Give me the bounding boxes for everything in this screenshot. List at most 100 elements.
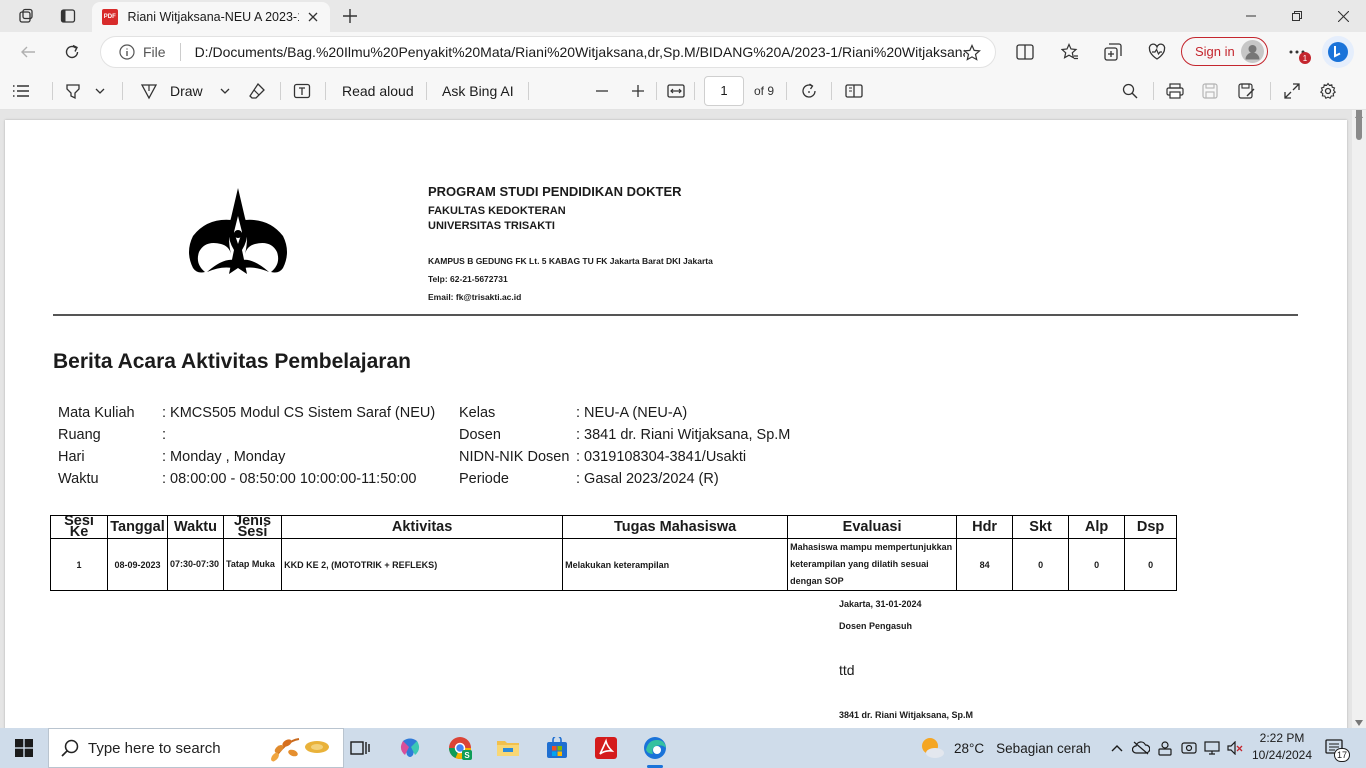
url-separator xyxy=(179,43,181,61)
back-button[interactable] xyxy=(12,36,44,68)
favorite-star-icon[interactable] xyxy=(963,44,981,62)
highlight-dropdown-icon[interactable] xyxy=(95,79,105,103)
rotate-icon[interactable] xyxy=(800,79,818,103)
zoom-out-icon[interactable] xyxy=(596,79,608,103)
close-tab-icon[interactable] xyxy=(305,8,322,26)
cloud-offline-icon[interactable] xyxy=(1132,738,1150,758)
scroll-down-icon[interactable] xyxy=(1355,720,1363,726)
zoom-in-icon[interactable] xyxy=(632,79,644,103)
meet-now-icon[interactable] xyxy=(1180,738,1198,758)
draw-dropdown-icon[interactable] xyxy=(220,79,230,103)
avatar-icon xyxy=(1241,40,1264,63)
full-screen-icon[interactable] xyxy=(1284,79,1300,103)
sign-in-button[interactable]: Sign in xyxy=(1181,37,1268,66)
collections-icon[interactable] xyxy=(1098,37,1128,67)
save-icon[interactable] xyxy=(1202,79,1218,103)
meta-label: Dosen xyxy=(459,427,501,443)
tab-strip: PDF Riani Witjaksana-NEU A 2023-1.pdf xyxy=(0,0,1366,32)
toolbar-divider xyxy=(831,82,832,100)
address-bar[interactable]: File D:/Documents/Bag.%20Ilmu%20Penyakit… xyxy=(100,36,996,68)
page-number-input[interactable]: 1 xyxy=(704,76,744,106)
university-name: UNIVERSITAS TRISAKTI xyxy=(428,220,555,232)
browser-essentials-icon[interactable] xyxy=(1142,37,1172,67)
new-tab-button[interactable] xyxy=(338,4,362,28)
page-view-icon[interactable] xyxy=(845,79,863,103)
tab-pdf-document[interactable]: PDF Riani Witjaksana-NEU A 2023-1.pdf xyxy=(92,2,330,32)
minimize-button[interactable] xyxy=(1228,0,1274,32)
close-window-button[interactable] xyxy=(1320,0,1366,32)
meta-label: Waktu xyxy=(58,471,99,487)
draw-button[interactable]: Draw xyxy=(140,79,203,103)
tab-actions-icon[interactable] xyxy=(48,0,88,32)
svg-text:S: S xyxy=(464,751,470,760)
show-hidden-icons-icon[interactable] xyxy=(1108,738,1126,758)
settings-and-more-button[interactable]: 1 xyxy=(1282,37,1312,67)
meta-label: Periode xyxy=(459,471,509,487)
cell-alp: 0 xyxy=(1068,538,1126,591)
search-highlight-icon xyxy=(265,733,335,765)
tray-app-icon[interactable] xyxy=(1156,738,1174,758)
contents-icon[interactable] xyxy=(12,79,30,103)
add-text-icon[interactable] xyxy=(293,79,311,103)
task-view-icon[interactable] xyxy=(336,728,384,768)
signature-ttd: ttd xyxy=(839,662,855,678)
pdf-settings-icon[interactable] xyxy=(1319,79,1337,103)
restore-button[interactable] xyxy=(1274,0,1320,32)
toolbar-divider xyxy=(52,82,53,100)
scrollbar-thumb[interactable] xyxy=(1356,110,1362,140)
weather-description: Sebagian cerah xyxy=(996,740,1091,756)
email-address: Email: fk@trisakti.ac.id xyxy=(428,292,522,302)
ask-bing-ai-button[interactable]: Ask Bing AI xyxy=(442,79,514,103)
meta-value: : KMCS505 Modul CS Sistem Saraf (NEU) xyxy=(162,405,436,421)
microsoft-store-icon[interactable] xyxy=(533,728,581,768)
phone-number: Telp: 62-21-5672731 xyxy=(428,274,508,284)
file-explorer-icon[interactable] xyxy=(484,728,532,768)
cell-skt: 0 xyxy=(1012,538,1070,591)
table-header: Aktivitas xyxy=(281,515,564,539)
toolbar-divider xyxy=(786,82,787,100)
weather-widget[interactable]: 28°C Sebagian cerah xyxy=(918,728,1091,768)
toolbar-divider xyxy=(528,82,529,100)
find-icon[interactable] xyxy=(1122,79,1138,103)
bing-copilot-icon[interactable] xyxy=(1322,36,1354,68)
eraser-icon[interactable] xyxy=(248,79,266,103)
table-header: Sesi Ke xyxy=(50,515,108,539)
read-aloud-button[interactable]: Read aloud xyxy=(342,79,414,103)
notification-center-icon[interactable]: 17 xyxy=(1322,736,1350,762)
header-divider xyxy=(53,314,1298,316)
meta-label: Kelas xyxy=(459,405,496,421)
url-text[interactable]: D:/Documents/Bag.%20Ilmu%20Penyakit%20Ma… xyxy=(195,44,965,60)
highlight-icon[interactable] xyxy=(64,79,82,103)
vertical-scrollbar[interactable] xyxy=(1352,110,1366,728)
copilot-app-icon[interactable] xyxy=(386,728,434,768)
chrome-app-icon[interactable]: S xyxy=(436,728,484,768)
toolbar-divider xyxy=(280,82,281,100)
refresh-button[interactable] xyxy=(56,36,88,68)
cell-aktivitas: KKD KE 2, (MOTOTRIK + REFLEKS) xyxy=(281,538,564,591)
volume-muted-icon[interactable] xyxy=(1226,738,1244,758)
print-icon[interactable] xyxy=(1166,79,1184,103)
pdf-toolbar: Draw Read aloud Ask Bing AI 1 of 9 xyxy=(0,72,1366,110)
split-screen-icon[interactable] xyxy=(1010,37,1040,67)
save-as-icon[interactable] xyxy=(1238,79,1256,103)
taskbar-clock[interactable]: 2:22 PM 10/24/2024 xyxy=(1246,730,1318,764)
edge-app-icon[interactable] xyxy=(631,728,679,768)
acrobat-app-icon[interactable] xyxy=(582,728,630,768)
meta-label: Hari xyxy=(58,449,85,465)
cell-jenis: Tatap Muka xyxy=(222,538,283,591)
address-bar-row: File D:/Documents/Bag.%20Ilmu%20Penyakit… xyxy=(0,32,1366,72)
cell-dsp: 0 xyxy=(1124,538,1178,591)
pdf-file-icon: PDF xyxy=(102,9,118,25)
info-icon[interactable] xyxy=(119,44,135,60)
favorites-icon[interactable] xyxy=(1055,37,1085,67)
fit-to-width-icon[interactable] xyxy=(667,79,685,103)
toolbar-divider xyxy=(694,82,695,100)
document-viewport[interactable]: PROGRAM STUDI PENDIDIKAN DOKTER FAKULTAS… xyxy=(0,110,1366,728)
meta-label: Mata Kuliah xyxy=(58,405,135,421)
workspaces-icon[interactable] xyxy=(6,0,46,32)
taskbar-search-box[interactable]: Type here to search xyxy=(48,728,344,768)
activity-table: Sesi Ke Tanggal Waktu Jenis Sesi Aktivit… xyxy=(50,515,1178,591)
meta-label: Ruang xyxy=(58,427,101,443)
start-button[interactable] xyxy=(0,728,48,768)
network-icon[interactable] xyxy=(1203,738,1221,758)
